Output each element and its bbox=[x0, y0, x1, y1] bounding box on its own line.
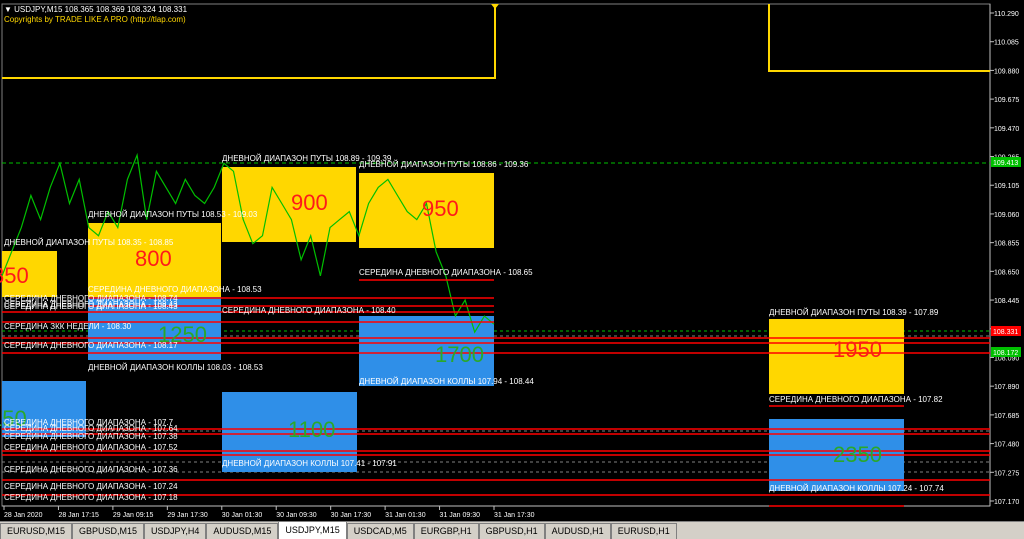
call-range-box bbox=[222, 167, 356, 242]
box-value: 1700 bbox=[435, 342, 484, 367]
y-tick-label: 110.290 bbox=[994, 11, 1019, 18]
midpoint-label: СЕРЕДИНА ДНЕВНОГО ДИАПАЗОНА - 108.53 bbox=[88, 285, 262, 294]
y-tick-label: 109.105 bbox=[994, 183, 1019, 190]
x-tick-label: 30 Jan 17:30 bbox=[331, 512, 372, 519]
copyright-text: Copyrights by TRADE LIKE A PRO (http://t… bbox=[4, 15, 186, 24]
symbol-tab[interactable]: USDJPY,M15 bbox=[278, 522, 347, 539]
box-range-label: ДНЕВНОЙ ДИАПАЗОН ПУТЫ 108.39 - 107.89 bbox=[769, 308, 939, 317]
midpoint-label: СЕРЕДИНА ДНЕВНОГО ДИАПАЗОНА - 107.18 bbox=[4, 493, 178, 502]
y-tick-label: 109.470 bbox=[994, 126, 1019, 133]
box-value: 950 bbox=[422, 196, 459, 221]
x-tick-label: 28 Jan 17:15 bbox=[58, 512, 99, 519]
marker-triangle bbox=[491, 4, 499, 9]
symbol-tabs: EURUSD,M15 GBPUSD,M15 USDJPY,H4 AUDUSD,M15 U… bbox=[0, 521, 1024, 539]
y-tick-label: 109.675 bbox=[994, 97, 1019, 104]
x-tick-label: 30 Jan 01:30 bbox=[222, 512, 263, 519]
y-tick-label: 107.480 bbox=[994, 442, 1019, 449]
y-tick-label: 107.170 bbox=[994, 499, 1019, 506]
symbol-tab[interactable]: USDJPY,H4 bbox=[144, 523, 207, 539]
x-tick-label: 31 Jan 17:30 bbox=[494, 512, 535, 519]
box-value: 800 bbox=[135, 246, 172, 271]
y-tick-label: 107.275 bbox=[994, 470, 1019, 477]
box-range-label: ДНЕВНОЙ ДИАПАЗОН КОЛЛЫ 107.41 - 107.91 bbox=[222, 459, 397, 468]
x-tick-label: 29 Jan 17:30 bbox=[167, 512, 208, 519]
y-tick-label: 108.855 bbox=[994, 241, 1019, 248]
box-value: 2350 bbox=[833, 442, 882, 467]
range-frame-right bbox=[768, 4, 990, 72]
symbol-tab[interactable]: GBPUSD,H1 bbox=[478, 523, 545, 539]
price-chart[interactable]: 110.290110.085109.880109.675109.470109.2… bbox=[0, 0, 1024, 538]
y-tick-label: 109.060 bbox=[994, 212, 1019, 219]
midpoint-label: СЕРЕДИНА ДНЕВНОГО ДИАПАЗОНА - 107.64 bbox=[4, 424, 178, 433]
y-tick-label: 109.880 bbox=[994, 68, 1019, 75]
x-tick-label: 31 Jan 01:30 bbox=[385, 512, 426, 519]
midpoint-label: СЕРЕДИНА ДНЕВНОГО ДИАПАЗОНА - 107.38 bbox=[4, 432, 178, 441]
box-range-label: ДНЕВНОЙ ДИАПАЗОН ПУТЫ 108.86 - 109.36 bbox=[359, 160, 529, 169]
y-tick-label: 108.650 bbox=[994, 269, 1019, 276]
x-tick-label: 30 Jan 09:30 bbox=[276, 512, 317, 519]
box-range-label: ДНЕВНОЙ ДИАПАЗОН КОЛЛЫ 107.94 - 108.44 bbox=[359, 377, 534, 386]
symbol-tab[interactable]: AUDUSD,M15 bbox=[206, 523, 279, 539]
y-tick-label: 108.445 bbox=[994, 298, 1019, 305]
y-tick-label: 107.685 bbox=[994, 413, 1019, 420]
symbol-tab[interactable]: GBPUSD,M15 bbox=[72, 523, 145, 539]
midpoint-label: СЕРЕДИНА ДНЕВНОГО ДИАПАЗОНА - 108.40 bbox=[222, 306, 396, 315]
symbol-tab[interactable]: EURGBP,H1 bbox=[413, 523, 479, 539]
symbol-tab[interactable]: AUDUSD,H1 bbox=[544, 523, 611, 539]
box-value: 1950 bbox=[833, 337, 882, 362]
y-tick-label: 110.085 bbox=[994, 40, 1019, 47]
midpoint-label: СЕРЕДИНА ДНЕВНОГО ДИАПАЗОНА - 108.17 bbox=[4, 341, 178, 350]
x-tick-label: 28 Jan 2020 bbox=[4, 512, 43, 519]
midpoint-label: СЕРЕДИНА ДНЕВНОГО ДИАПАЗОНА - 107.52 bbox=[4, 443, 178, 452]
box-value: 1100 bbox=[288, 417, 335, 442]
box-value: 900 bbox=[291, 190, 328, 215]
box-range-label: ДНЕВНОЙ ДИАПАЗОН КОЛЛЫ 107.24 - 107.74 bbox=[769, 484, 944, 493]
price-tag-label: 109.413 bbox=[993, 160, 1018, 167]
y-tick-label: 107.890 bbox=[994, 384, 1019, 391]
midpoint-label: СЕРЕДИНА ЗКК НЕДЕЛИ - 108.30 bbox=[4, 322, 132, 331]
box-range-label: ДНЕВНОЙ ДИАПАЗОН ПУТЫ 108.53 - 109.03 bbox=[88, 210, 258, 219]
x-tick-label: 29 Jan 09:15 bbox=[113, 512, 154, 519]
midpoint-label: СЕРЕДИНА ДНЕВНОГО ДИАПАЗОНА - 108.65 bbox=[359, 268, 533, 277]
symbol-tab[interactable]: EURUSD,M15 bbox=[0, 523, 73, 539]
box-value: 850 bbox=[0, 263, 29, 288]
symbol-tab[interactable]: USDCAD,M5 bbox=[346, 523, 414, 539]
midpoint-label: СЕРЕДИНА ДНЕВНОГО ДИАПАЗОНА - 107.24 bbox=[4, 482, 178, 491]
symbol-tab[interactable]: EURUSD,H1 bbox=[610, 523, 677, 539]
x-tick-label: 31 Jan 09:30 bbox=[440, 512, 481, 519]
midpoint-label: СЕРЕДИНА ДНЕВНОГО ДИАПАЗОНА - 107.36 bbox=[4, 465, 178, 474]
price-tag-label: 108.172 bbox=[993, 350, 1018, 357]
symbol-header: ▼ USDJPY,M15 108.365 108.369 108.324 108… bbox=[4, 5, 188, 14]
box-range-label: ДНЕВНОЙ ДИАПАЗОН КОЛЛЫ 108.03 - 108.53 bbox=[88, 363, 263, 372]
midpoint-label: СЕРЕДИНА ДНЕВНОГО ДИАПАЗОНА - 108.43 bbox=[4, 300, 178, 309]
midpoint-label: СЕРЕДИНА ДНЕВНОГО ДИАПАЗОНА - 107.82 bbox=[769, 395, 943, 404]
price-tag-label: 108.331 bbox=[993, 329, 1018, 336]
